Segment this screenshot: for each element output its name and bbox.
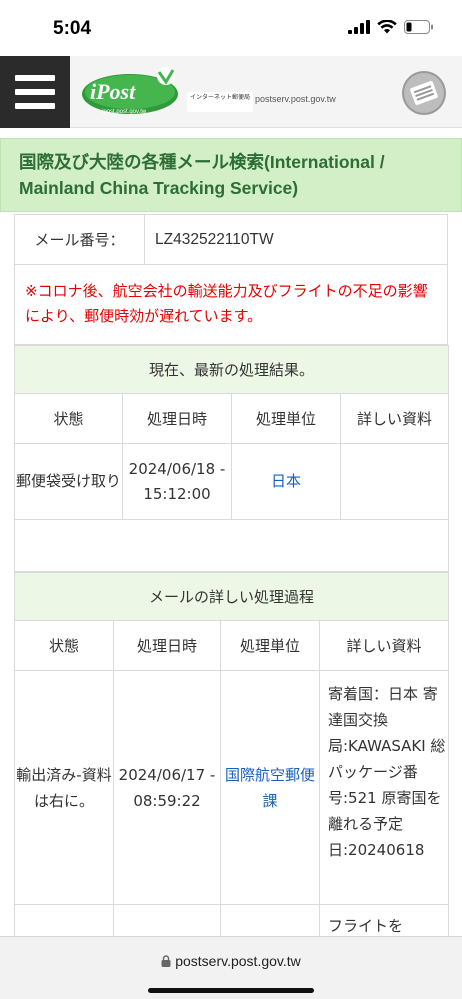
col-unit: 処理単位 (231, 393, 341, 444)
svg-text:ipost.post.gov.tw: ipost.post.gov.tw (102, 109, 147, 115)
col-datetime: 処理日時 (122, 393, 232, 444)
battery-icon (404, 20, 433, 34)
latest-result-table: 現在、最新の処理結果。 状態 処理日時 処理単位 詳しい資料 郵便袋受け取り 2… (13, 345, 450, 572)
delay-notice: ※コロナ後、航空会社の輸送能力及びフライトの不足の影響により、郵便時効が遅れてい… (14, 265, 448, 345)
col-status: 状態 (14, 393, 123, 444)
status-icons (348, 20, 434, 34)
latest-detail (339, 443, 450, 520)
hamburger-icon (15, 75, 55, 81)
col-datetime: 処理日時 (113, 620, 221, 671)
ipost-logo[interactable]: iPost ipost.post.gov.tw (80, 62, 186, 122)
url-text: postserv.post.gov.tw (175, 953, 301, 969)
spacer-row (13, 519, 450, 572)
history-table: メールの詳しい処理過程 状態 処理日時 処理単位 詳しい資料 輸出済み-資料は右… (13, 572, 450, 945)
history-unit-link[interactable]: 国際航空郵便課 (220, 670, 320, 905)
url-field[interactable]: postserv.post.gov.tw (0, 953, 462, 969)
logo-caption: インターネット郵便局 (187, 92, 253, 112)
content: 国際及び大陸の各種メール検索(International / Mainland … (0, 138, 462, 945)
header-url: postserv.post.gov.tw (255, 94, 336, 104)
site-header: iPost ipost.post.gov.tw インターネット郵便局 posts… (0, 56, 462, 128)
mail-number-value: LZ432522110TW (144, 214, 448, 265)
book-icon[interactable] (401, 70, 447, 116)
home-indicator[interactable] (148, 988, 314, 993)
menu-button[interactable] (0, 56, 70, 128)
table-row: 輸出済み-資料は右に。 2024/06/17 - 08:59:22 国際航空郵便… (14, 670, 450, 905)
col-unit: 処理単位 (220, 620, 320, 671)
col-status: 状態 (14, 620, 114, 671)
wifi-icon (377, 20, 397, 34)
history-status: 輸出済み-資料は右に。 (14, 670, 114, 905)
table-row: 郵便袋受け取り 2024/06/18 - 15:12:00 日本 (14, 443, 450, 520)
col-detail: 詳しい資料 (339, 393, 450, 444)
latest-unit-link[interactable]: 日本 (231, 443, 341, 520)
signal-icon (348, 20, 370, 34)
latest-status: 郵便袋受け取り (14, 443, 123, 520)
latest-datetime: 2024/06/18 - 15:12:00 (122, 443, 232, 520)
svg-text:iPost: iPost (90, 79, 136, 104)
browser-url-bar[interactable]: postserv.post.gov.tw (0, 936, 462, 999)
page-title-box: 国際及び大陸の各種メール検索(International / Mainland … (0, 138, 462, 212)
status-time: 5:04 (53, 18, 92, 39)
latest-heading: 現在、最新の処理結果。 (13, 345, 450, 394)
status-bar: 5:04 (0, 0, 462, 56)
mail-number-label: メール番号： (14, 214, 145, 265)
page-title: 国際及び大陸の各種メール検索(International / Mainland … (19, 152, 385, 198)
history-heading: メールの詳しい処理過程 (13, 572, 450, 621)
lock-icon (161, 955, 171, 967)
history-detail: 寄着国：日本 寄達国交換局:KAWASAKI 総パッケージ番号:521 原寄国を… (318, 670, 450, 905)
mail-number-table: メール番号： LZ432522110TW (14, 214, 448, 265)
col-detail: 詳しい資料 (318, 620, 450, 671)
history-datetime: 2024/06/17 - 08:59:22 (113, 670, 221, 905)
